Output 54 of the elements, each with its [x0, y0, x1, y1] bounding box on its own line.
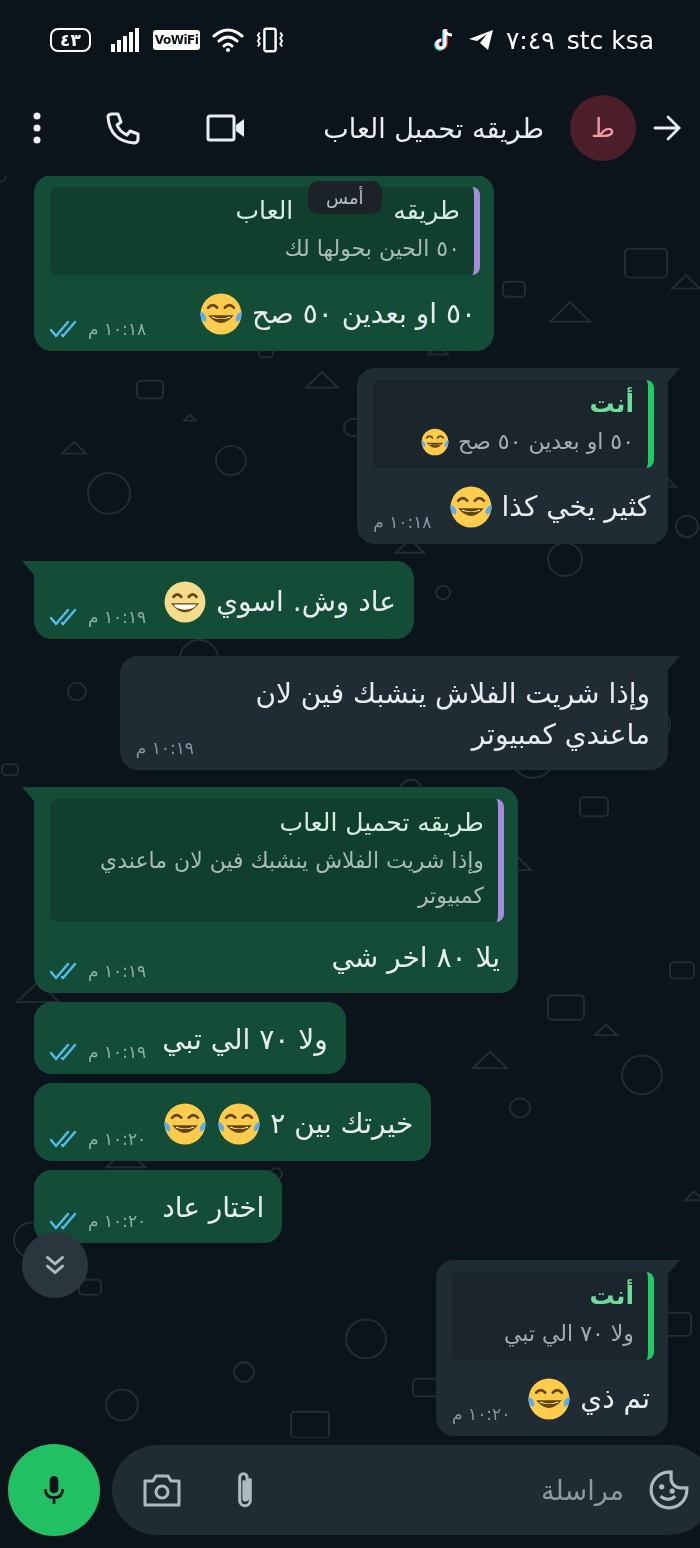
tears-of-joy-icon: [526, 1376, 573, 1422]
message-text: ولا ٧٠ الي تبي: [162, 1021, 328, 1058]
message-text: ٥٠ او بعدين ٥٠ صح: [252, 296, 476, 332]
quote-text: ٥٠ الحين بحولها لك: [284, 235, 460, 264]
paper-plane-icon: [467, 28, 494, 52]
battery-level: ٤٣: [50, 28, 91, 52]
quote-author: أنت: [588, 1280, 634, 1310]
quote-author: العاب: [235, 196, 294, 226]
phone-icon[interactable]: [106, 110, 142, 146]
signal-icon: [110, 28, 141, 52]
vibrate-icon: [256, 26, 285, 54]
message-field[interactable]: مراسلة: [280, 1473, 626, 1507]
message-time: ١٠:٢٠ م: [452, 1404, 511, 1424]
tears-of-joy-icon: [419, 426, 450, 457]
message-text: كثير يخي كذا: [501, 489, 650, 526]
vowifi-label: VoWiFi: [152, 30, 201, 50]
message-bubble[interactable]: ولا ٧٠ الي تبي ١٠:١٩ م: [34, 1001, 346, 1075]
quote-text: ولا ٧٠ الي تبي: [503, 1319, 634, 1349]
quoted-message[interactable]: أنت ٥٠ او بعدين ٥٠ صح: [373, 380, 654, 469]
quote-author: طريقه: [393, 196, 460, 226]
message-time: ١٠:٢٠ م: [88, 1210, 147, 1231]
message-time: ١٠:١٨ م: [88, 319, 147, 340]
message-text: اختار عاد: [162, 1190, 265, 1227]
video-call-icon[interactable]: [206, 113, 246, 143]
message-text: وإذا شريت الفلاش ينشبك فين لان ماعندي كمبيوتر: [254, 676, 650, 754]
message-time: ١٠:٢٠ م: [88, 1129, 147, 1150]
message-text: عاد وش. اسوي: [216, 584, 396, 621]
carrier-name: stc ksa: [566, 25, 654, 55]
message-time: ١٠:١٩ م: [88, 607, 147, 628]
avatar[interactable]: ط: [570, 95, 636, 161]
message-text: خيرتك بين ٢: [270, 1105, 414, 1142]
message-time: ١٠:١٩ م: [135, 737, 194, 758]
quote-text: وإذا شريت الفلاش ينشبك فين لان ماعندي كمبيوتر: [98, 846, 484, 910]
quote-text: ٥٠ او بعدين ٥٠ صح: [457, 428, 634, 457]
message-time: ١٠:١٨ م: [373, 512, 432, 533]
message-text: تم ذي: [580, 1380, 650, 1417]
quoted-message[interactable]: طريقه تحميل العاب وإذا شريت الفلاش ينشبك فين لان ماعندي كمبيوتر: [50, 798, 504, 923]
message-text: يلا ٨٠ اخر شي: [331, 940, 500, 977]
back-arrow-icon[interactable]: [652, 113, 682, 143]
clock-time: ٧:٤٩: [505, 25, 555, 55]
sticker-icon[interactable]: [648, 1469, 690, 1511]
date-chip: أمس: [308, 181, 382, 214]
microphone-icon: [41, 1473, 67, 1507]
camera-icon[interactable]: [142, 1472, 182, 1508]
menu-icon[interactable]: [32, 112, 42, 144]
chat-title[interactable]: طريقه تحميل العاب: [323, 112, 544, 144]
quote-author: طريقه تحميل العاب: [278, 807, 484, 837]
message-bubble[interactable]: اختار عاد ١٠:٢٠ م: [34, 1170, 283, 1243]
message-bubble[interactable]: خيرتك بين ٢ ١٠:٢٠ م: [34, 1083, 432, 1162]
quoted-message[interactable]: أنت ولا ٧٠ الي تبي: [452, 1271, 654, 1360]
wifi-icon: [212, 28, 245, 52]
message-time: ١٠:١٩ م: [88, 960, 147, 981]
message-time: ١٠:١٩ م: [88, 1042, 147, 1063]
quote-author: أنت: [588, 389, 634, 419]
